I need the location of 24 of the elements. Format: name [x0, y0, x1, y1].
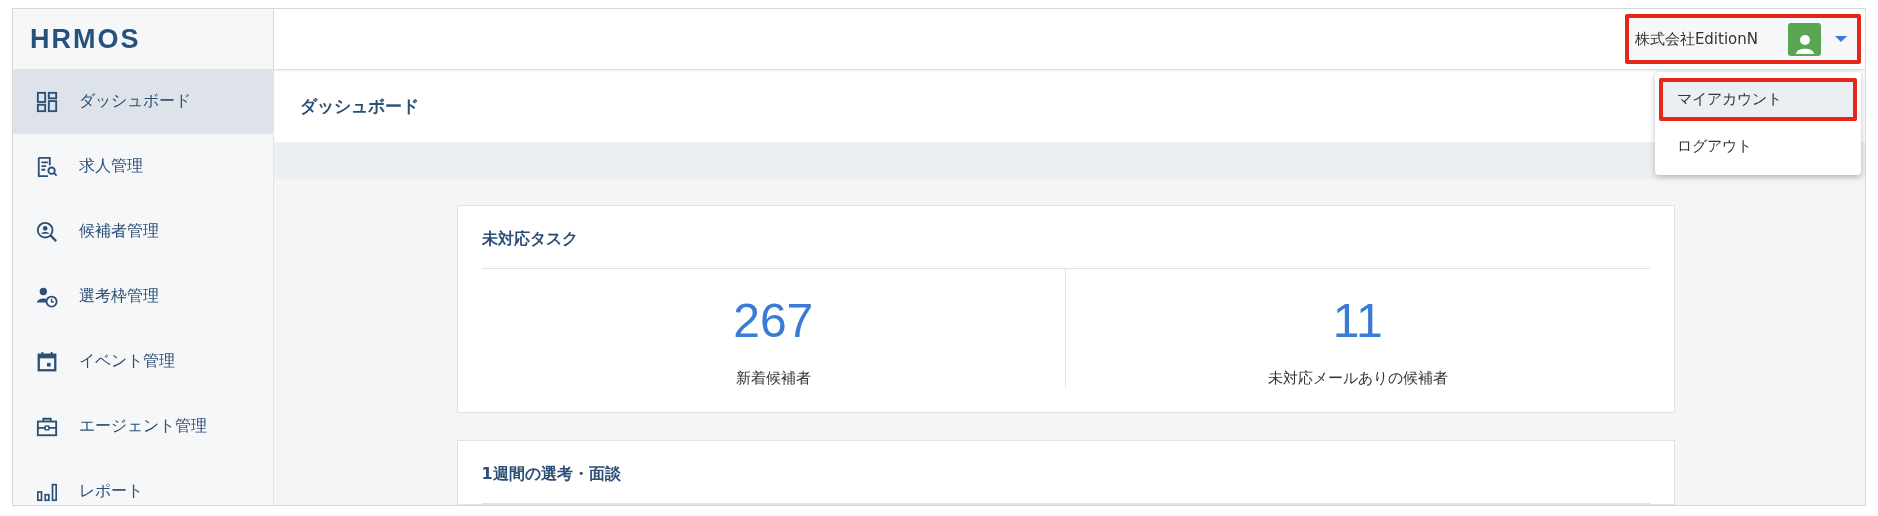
- sidebar-item[interactable]: 求人管理: [13, 134, 273, 199]
- person-clock-icon: [36, 285, 58, 308]
- logo[interactable]: HRMOS: [30, 23, 141, 55]
- dashboard-icon: [36, 90, 58, 113]
- stat-label: 新着候補者: [735, 369, 811, 388]
- menu-item[interactable]: ログアウト: [1659, 121, 1857, 171]
- person-search-icon: [36, 220, 58, 243]
- stat-value[interactable]: 11: [1332, 297, 1383, 345]
- caret-icon: [1835, 36, 1847, 42]
- briefcase-icon: [36, 415, 58, 438]
- document-search-icon: [36, 155, 58, 178]
- sidebar-item[interactable]: エージェント管理: [13, 394, 273, 459]
- card-title: 未対応タスク: [481, 206, 1650, 269]
- sidebar-item[interactable]: ダッシュボード: [13, 69, 273, 134]
- page-title: ダッシュボード: [300, 94, 419, 118]
- calendar-icon: [36, 350, 58, 373]
- avatar-icon: [1788, 22, 1821, 56]
- sidebar-item[interactable]: 候補者管理: [13, 199, 273, 264]
- stat-value[interactable]: 267: [733, 297, 814, 345]
- card-title: 1週間の選考・面談: [481, 441, 1650, 504]
- sidebar-item[interactable]: 選考枠管理: [13, 264, 273, 329]
- stat-label: 未対応メールありの候補者: [1267, 369, 1448, 388]
- sidebar-item[interactable]: レポート: [13, 459, 273, 505]
- sidebar-item[interactable]: イベント管理: [13, 329, 273, 394]
